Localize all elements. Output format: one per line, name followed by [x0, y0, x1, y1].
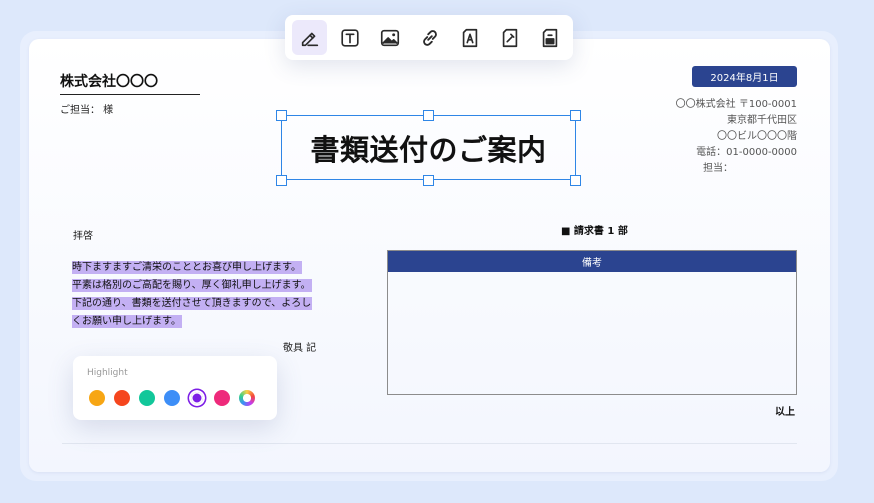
signature-tool-button[interactable] — [292, 20, 327, 55]
resize-handle-bottom-right[interactable] — [570, 175, 581, 186]
resize-handle-top-middle[interactable] — [423, 110, 434, 121]
body-line[interactable]: くお願い申し上げます。 — [72, 315, 322, 333]
pen-signature-icon — [301, 32, 318, 46]
sender-line-3: 〇〇ビル〇〇〇階 — [717, 131, 797, 142]
document-title[interactable]: 書類送付のご案内 — [310, 127, 546, 169]
body-line[interactable]: 平素は格別のご高配を賜り、厚く御礼申し上げます。 — [72, 279, 322, 297]
end-mark: 以上 — [775, 407, 795, 418]
color-swatch-custom-rainbow[interactable] — [239, 390, 255, 406]
footer-divider — [62, 443, 797, 444]
body-text[interactable]: 時下ますますご清栄のこととお喜び申し上げます。 平素は格別のご高配を賜り、厚く御… — [72, 261, 322, 333]
resize-handle-bottom-left[interactable] — [276, 175, 287, 186]
recipient-company: 株式会社〇〇〇 — [60, 71, 200, 95]
closing: 敬具 記 — [283, 343, 317, 354]
recipient-contact: ご担当： 様 — [60, 105, 114, 116]
color-swatches — [89, 389, 255, 407]
edit-tool-button[interactable] — [492, 20, 527, 55]
resize-handle-top-right[interactable] — [570, 110, 581, 121]
stamp-tool-button[interactable] — [532, 20, 567, 55]
text-box-icon — [340, 28, 359, 47]
sender-line-5: 担当： — [703, 163, 733, 174]
resize-handle-bottom-middle[interactable] — [423, 175, 434, 186]
image-icon — [380, 29, 399, 46]
image-tool-button[interactable] — [372, 20, 407, 55]
font-doc-icon — [462, 28, 477, 47]
body-line[interactable]: 時下ますますご清栄のこととお喜び申し上げます。 — [72, 261, 322, 279]
highlighted-text[interactable]: 平素は格別のご高配を賜り、厚く御礼申し上げます。 — [72, 279, 312, 292]
resize-handle-top-left[interactable] — [276, 110, 287, 121]
link-icon — [422, 29, 437, 46]
sender-line-1: 〇〇株式会社 〒100-0001 — [675, 99, 797, 110]
date-badge: 2024年8月1日 — [692, 66, 797, 87]
stamp-icon — [542, 28, 557, 47]
highlighted-text[interactable]: くお願い申し上げます。 — [72, 315, 182, 328]
text-tool-button[interactable] — [332, 20, 367, 55]
highlight-color-panel: Highlight — [73, 356, 277, 420]
highlighted-text[interactable]: 時下ますますご清栄のこととお喜び申し上げます。 — [72, 261, 302, 274]
color-swatch-blue[interactable] — [164, 390, 180, 406]
color-swatch-pink[interactable] — [214, 390, 230, 406]
highlight-label: Highlight — [87, 368, 128, 378]
selected-title-textbox[interactable]: 書類送付のご案内 — [281, 115, 576, 180]
color-swatch-green[interactable] — [139, 390, 155, 406]
color-swatch-red[interactable] — [114, 390, 130, 406]
color-swatch-purple-selected[interactable] — [188, 389, 206, 407]
remarks-header: 備考 — [388, 251, 796, 272]
greeting: 拝啓 — [73, 231, 93, 242]
font-tool-button[interactable] — [452, 20, 487, 55]
edit-doc-icon — [502, 28, 517, 47]
enclosure-line: ■ 請求書 1 部 — [561, 226, 628, 237]
link-tool-button[interactable] — [412, 20, 447, 55]
edit-toolbar — [285, 15, 573, 60]
sender-info: 〇〇株式会社 〒100-0001 東京都千代田区 〇〇ビル〇〇〇階 電話：01-… — [676, 97, 797, 177]
sender-line-2: 東京都千代田区 — [727, 115, 797, 126]
body-line[interactable]: 下記の通り、書類を送付させて頂きますので、よろし — [72, 297, 322, 315]
highlighted-text[interactable]: 下記の通り、書類を送付させて頂きますので、よろし — [72, 297, 313, 310]
sender-line-4: 電話：01-0000-0000 — [696, 147, 797, 158]
color-swatch-orange[interactable] — [89, 390, 105, 406]
remarks-table: 備考 — [387, 250, 797, 395]
